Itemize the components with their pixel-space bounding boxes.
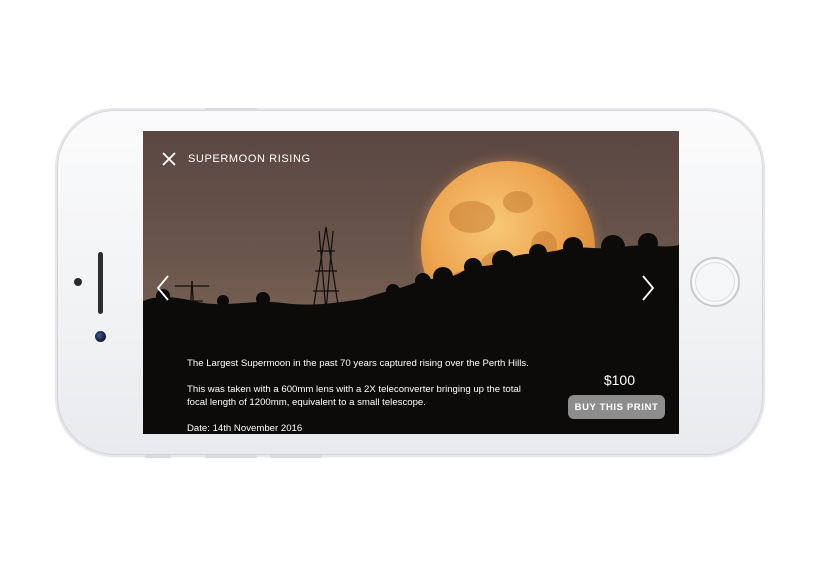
home-button[interactable]: [690, 257, 740, 307]
photo-date: Date: 14th November 2016: [187, 423, 303, 434]
volume-button-2: [270, 455, 322, 458]
price-label: $100: [603, 372, 635, 388]
page-title: SUPERMOON RISING: [188, 153, 311, 165]
proximity-sensor: [74, 278, 82, 286]
front-camera: [95, 331, 106, 342]
chevron-right-icon[interactable]: [636, 273, 658, 303]
earpiece: [98, 252, 103, 314]
photo-description: The Largest Supermoon in the past 70 yea…: [187, 357, 547, 434]
chevron-left-icon[interactable]: [153, 273, 175, 303]
screen: SUPERMOON RISING The Largest Supermoon i…: [143, 131, 679, 434]
top-button: [205, 108, 257, 111]
description-line-1: The Largest Supermoon in the past 70 yea…: [187, 358, 529, 369]
volume-button: [205, 455, 257, 458]
buy-print-button[interactable]: BUY THIS PRINT: [568, 395, 665, 419]
close-icon[interactable]: [159, 149, 179, 169]
description-line-2: This was taken with a 600mm lens with a …: [187, 384, 521, 408]
mute-switch: [145, 455, 171, 458]
